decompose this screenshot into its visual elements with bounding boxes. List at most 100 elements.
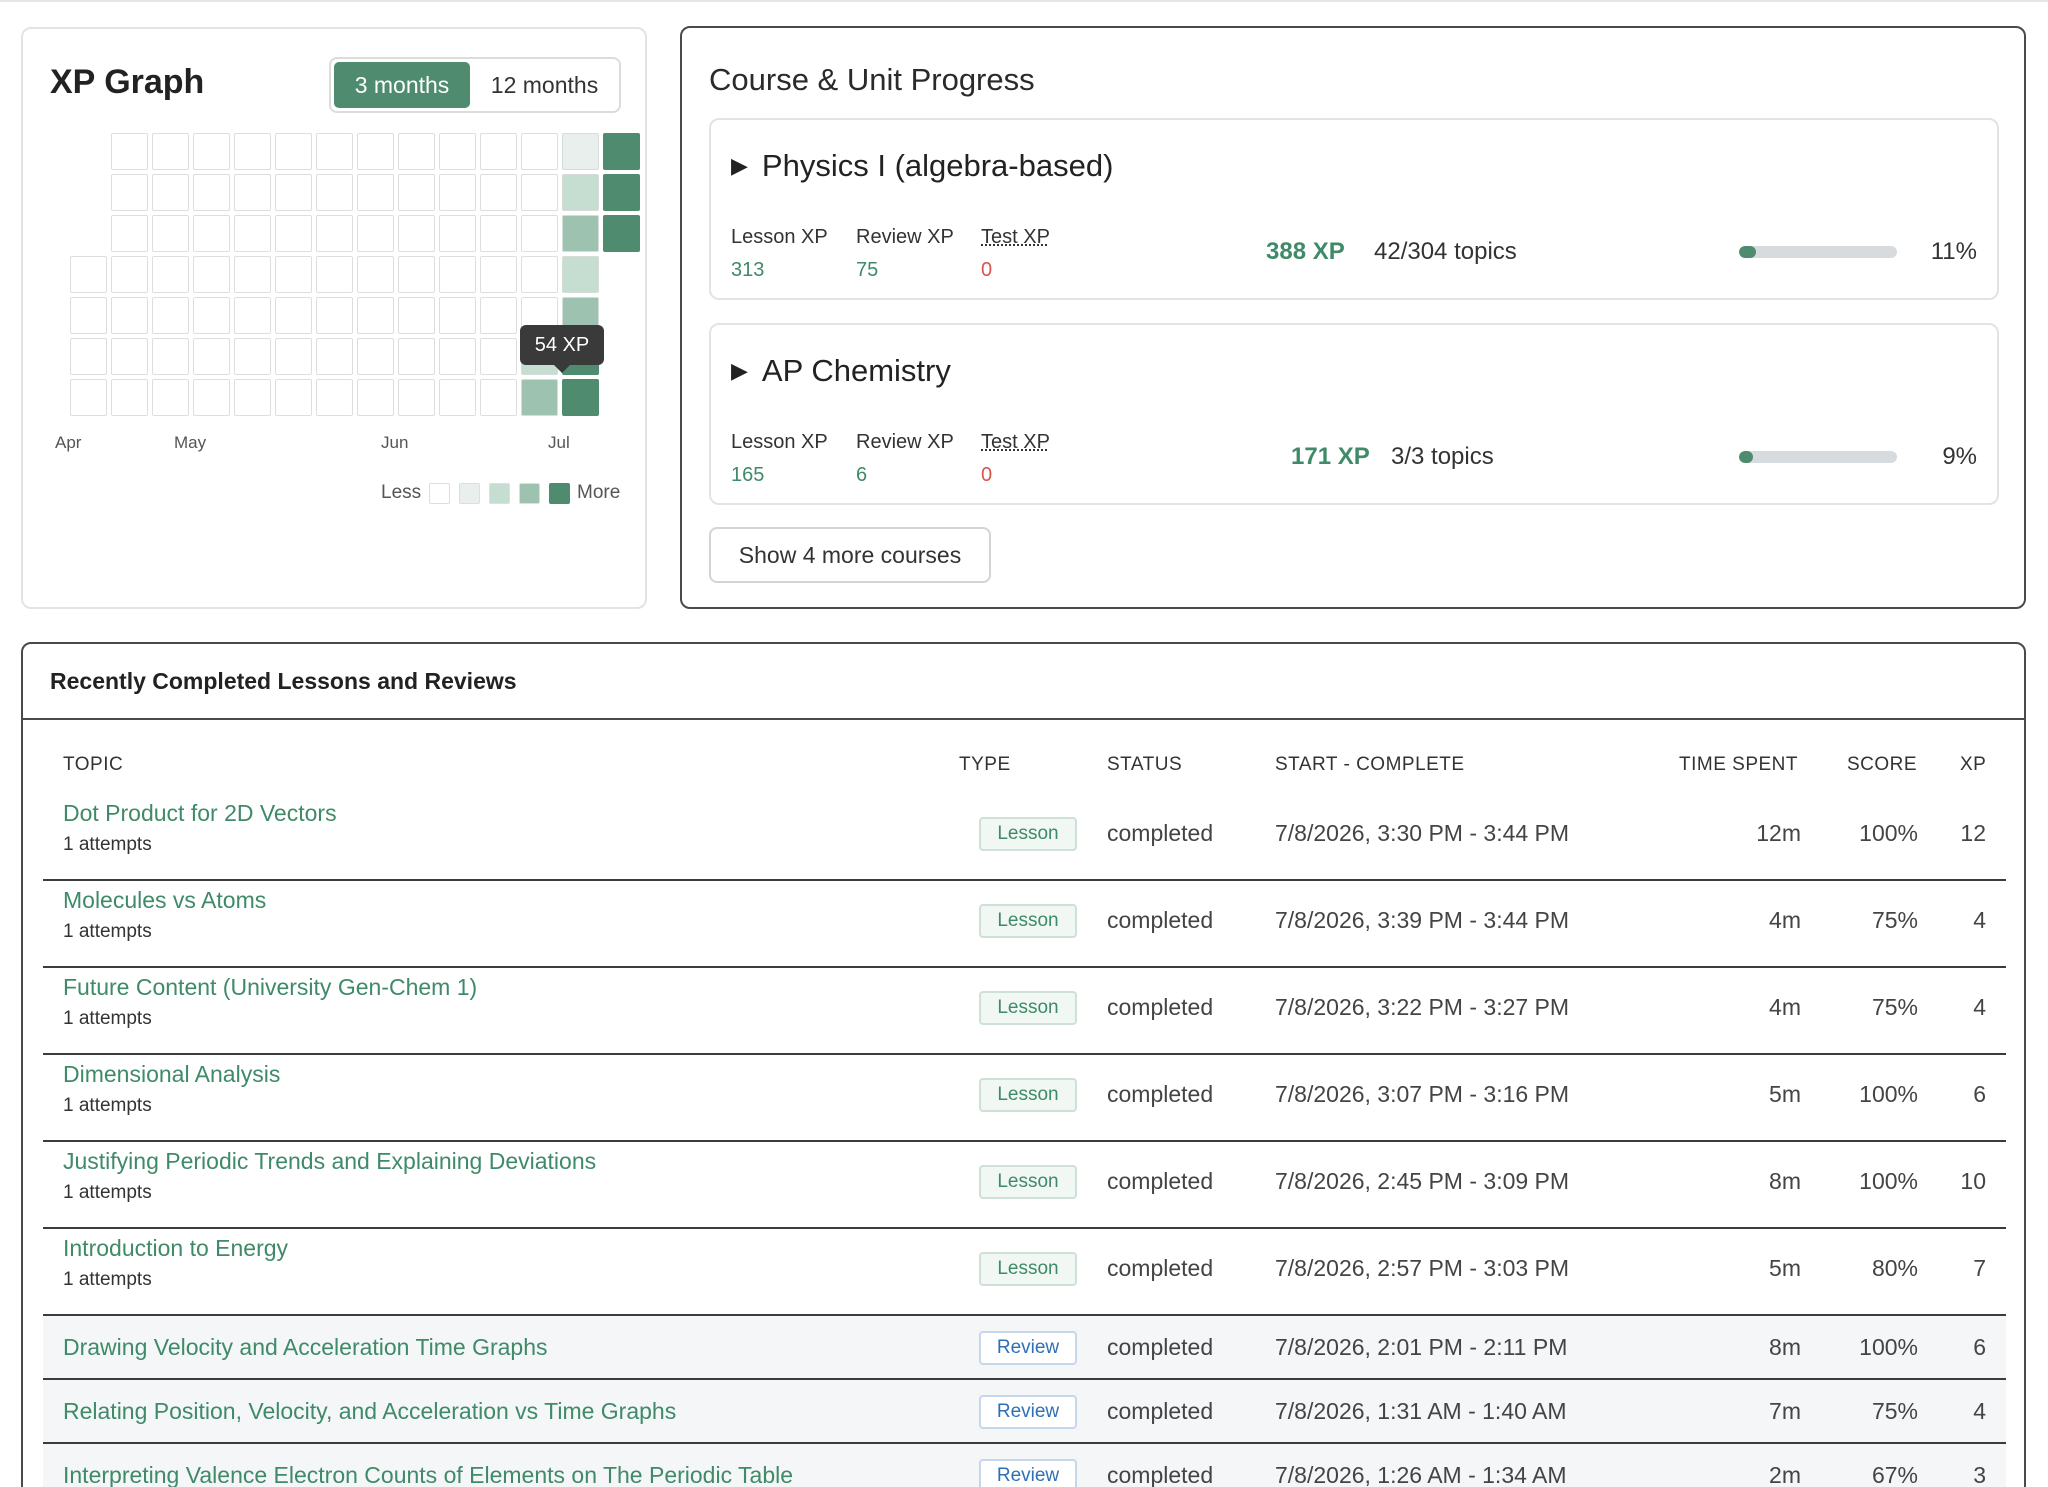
heatmap-cell[interactable] (193, 133, 230, 170)
heatmap-cell[interactable] (111, 379, 148, 416)
heatmap-cell[interactable] (439, 379, 476, 416)
heatmap-cell[interactable] (70, 256, 107, 293)
show-more-courses-button[interactable]: Show 4 more courses (709, 527, 991, 583)
heatmap-cell[interactable] (480, 297, 517, 334)
heatmap-cell[interactable] (111, 133, 148, 170)
heatmap-cell[interactable] (316, 174, 353, 211)
heatmap-cell[interactable] (562, 174, 599, 211)
heatmap-cell[interactable] (275, 174, 312, 211)
heatmap-cell[interactable] (480, 133, 517, 170)
heatmap-cell[interactable] (152, 297, 189, 334)
course-item-chemistry[interactable]: ▶ AP Chemistry Lesson XP 165 Review XP 6 … (709, 323, 1999, 505)
topic-link[interactable]: Introduction to Energy (63, 1235, 288, 1262)
heatmap-cell[interactable] (316, 256, 353, 293)
heatmap-cell[interactable] (480, 338, 517, 375)
heatmap-cell[interactable] (562, 215, 599, 252)
expand-caret-icon[interactable]: ▶ (731, 358, 748, 384)
heatmap-cell[interactable] (398, 133, 435, 170)
heatmap-cell[interactable] (439, 297, 476, 334)
heatmap-cell[interactable] (439, 133, 476, 170)
heatmap-cell[interactable] (357, 338, 394, 375)
heatmap-cell[interactable] (521, 215, 558, 252)
heatmap-cell[interactable] (480, 256, 517, 293)
heatmap-cell[interactable] (603, 133, 640, 170)
heatmap-cell[interactable] (439, 174, 476, 211)
heatmap-cell[interactable] (316, 379, 353, 416)
heatmap-cell[interactable] (562, 256, 599, 293)
heatmap-cell[interactable] (234, 133, 271, 170)
heatmap-cell[interactable] (398, 297, 435, 334)
heatmap-cell[interactable] (193, 256, 230, 293)
heatmap-cell[interactable] (480, 215, 517, 252)
heatmap-cell[interactable] (70, 297, 107, 334)
heatmap-cell[interactable] (521, 133, 558, 170)
heatmap-cell[interactable] (357, 379, 394, 416)
heatmap-cell[interactable] (357, 174, 394, 211)
heatmap-cell[interactable] (275, 215, 312, 252)
heatmap-cell[interactable] (111, 215, 148, 252)
heatmap-cell[interactable] (480, 379, 517, 416)
heatmap-cell[interactable] (193, 338, 230, 375)
topic-link[interactable]: Molecules vs Atoms (63, 887, 266, 914)
heatmap-cell[interactable] (193, 297, 230, 334)
heatmap-cell[interactable] (316, 338, 353, 375)
heatmap-cell[interactable] (316, 297, 353, 334)
heatmap-cell[interactable] (193, 379, 230, 416)
heatmap-cell[interactable] (111, 256, 148, 293)
heatmap-cell[interactable] (275, 379, 312, 416)
heatmap-cell[interactable] (521, 379, 558, 416)
heatmap-cell[interactable] (316, 133, 353, 170)
heatmap-cell[interactable] (234, 297, 271, 334)
heatmap-cell[interactable] (357, 215, 394, 252)
topic-link[interactable]: Relating Position, Velocity, and Acceler… (63, 1398, 676, 1425)
heatmap-cell[interactable] (439, 338, 476, 375)
heatmap-cell[interactable] (152, 215, 189, 252)
topic-link[interactable]: Drawing Velocity and Acceleration Time G… (63, 1334, 548, 1361)
heatmap-cell[interactable] (111, 338, 148, 375)
heatmap-cell[interactable] (562, 133, 599, 170)
heatmap-cell[interactable] (234, 174, 271, 211)
heatmap-cell[interactable] (234, 256, 271, 293)
course-name[interactable]: ▶ Physics I (algebra-based) (731, 148, 1113, 184)
heatmap-cell[interactable] (398, 379, 435, 416)
heatmap-cell[interactable] (275, 256, 312, 293)
course-item-physics[interactable]: ▶ Physics I (algebra-based) Lesson XP 313… (709, 118, 1999, 300)
heatmap-cell[interactable] (603, 174, 640, 211)
heatmap-cell[interactable] (480, 174, 517, 211)
heatmap-cell[interactable] (398, 215, 435, 252)
heatmap-cell[interactable] (193, 174, 230, 211)
heatmap-cell[interactable] (275, 297, 312, 334)
topic-link[interactable]: Dot Product for 2D Vectors (63, 800, 337, 827)
heatmap-cell[interactable] (152, 256, 189, 293)
heatmap-cell[interactable] (357, 297, 394, 334)
heatmap-cell[interactable] (316, 215, 353, 252)
heatmap-cell[interactable] (152, 379, 189, 416)
heatmap-cell[interactable] (398, 338, 435, 375)
heatmap-cell[interactable] (357, 133, 394, 170)
heatmap-cell[interactable] (357, 256, 394, 293)
heatmap-cell[interactable] (234, 338, 271, 375)
heatmap-cell[interactable] (111, 174, 148, 211)
heatmap-cell[interactable] (521, 174, 558, 211)
course-name[interactable]: ▶ AP Chemistry (731, 353, 951, 389)
heatmap-cell[interactable] (152, 338, 189, 375)
heatmap-cell[interactable] (193, 215, 230, 252)
topic-link[interactable]: Dimensional Analysis (63, 1061, 280, 1088)
heatmap-cell[interactable] (562, 379, 599, 416)
heatmap-cell[interactable] (275, 338, 312, 375)
expand-caret-icon[interactable]: ▶ (731, 153, 748, 179)
topic-link[interactable]: Interpreting Valence Electron Counts of … (63, 1462, 793, 1487)
topic-link[interactable]: Justifying Periodic Trends and Explainin… (63, 1148, 596, 1175)
heatmap-cell[interactable] (603, 215, 640, 252)
heatmap-cell[interactable] (152, 133, 189, 170)
heatmap-cell[interactable] (439, 256, 476, 293)
heatmap-cell[interactable] (275, 133, 312, 170)
heatmap-cell[interactable] (398, 174, 435, 211)
heatmap-cell[interactable] (152, 174, 189, 211)
topic-link[interactable]: Future Content (University Gen-Chem 1) (63, 974, 477, 1001)
heatmap-cell[interactable] (70, 379, 107, 416)
heatmap-cell[interactable] (521, 256, 558, 293)
heatmap-cell[interactable] (70, 338, 107, 375)
heatmap-cell[interactable] (111, 297, 148, 334)
heatmap-cell[interactable] (398, 256, 435, 293)
